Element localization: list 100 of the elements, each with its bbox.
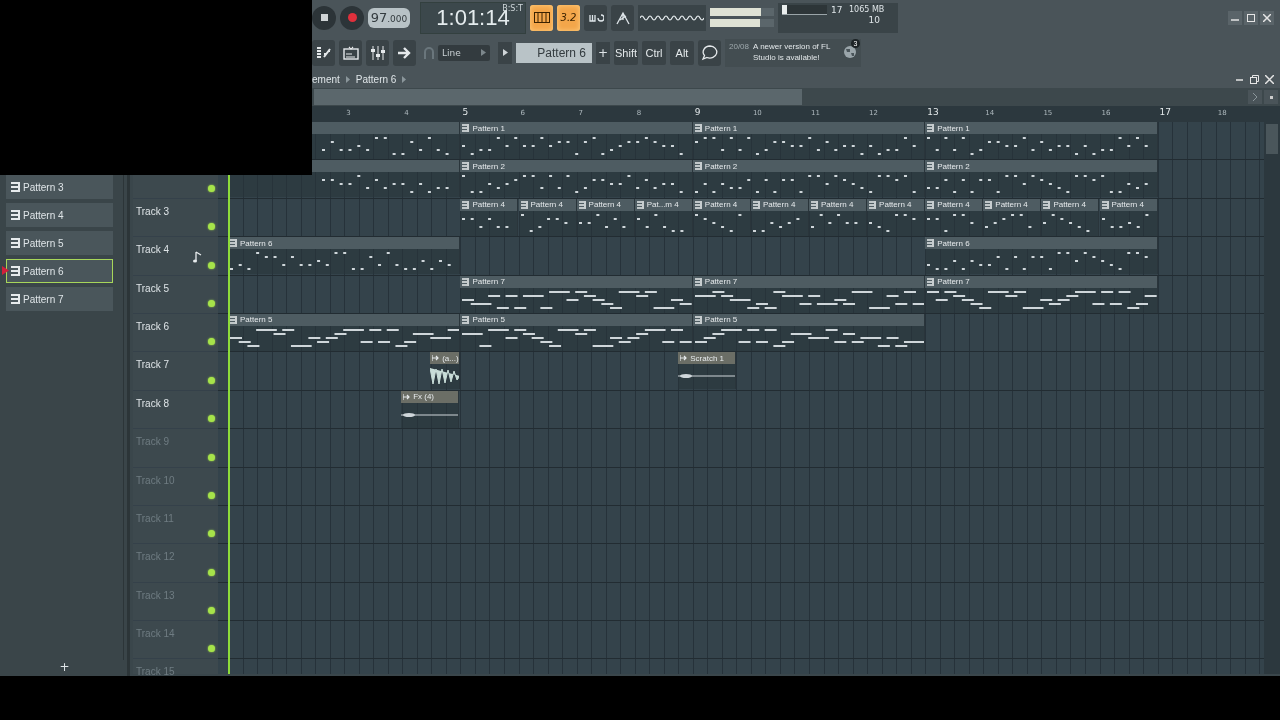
pattern-clip[interactable]: Pattern 5 [692, 313, 926, 351]
breadcrumb-item[interactable]: ement [312, 73, 340, 85]
metronome-mode-button[interactable] [611, 4, 634, 31]
pattern-clip[interactable]: Pattern 4 [518, 198, 577, 236]
pattern-icon [578, 200, 586, 209]
audio-clip[interactable]: Fx (4) [401, 390, 460, 428]
mixer-tool-button[interactable] [366, 39, 389, 66]
track-enable-led[interactable] [208, 184, 215, 192]
vertical-scrollbar[interactable] [1264, 106, 1280, 674]
audio-clip-icon [432, 355, 440, 362]
snap-dropdown[interactable]: Line [438, 44, 490, 61]
close-icon[interactable] [1265, 74, 1274, 84]
globe-icon[interactable] [843, 44, 857, 59]
pattern-icon [985, 200, 993, 209]
track-name: Track 5 [136, 282, 169, 294]
clip-label: Pattern 4 [879, 200, 912, 210]
pattern-list-item[interactable]: Pattern 7 [6, 287, 113, 311]
pattern-icon [230, 239, 237, 248]
track-enable-led[interactable] [208, 415, 215, 423]
master-slider[interactable] [710, 19, 774, 27]
loop-mode-button[interactable] [584, 4, 607, 31]
track-enable-led[interactable] [208, 261, 215, 269]
clip-label: Pattern 5 [472, 315, 505, 325]
options-button[interactable] [1264, 90, 1278, 104]
track-enable-led[interactable] [208, 338, 215, 346]
pattern-clip[interactable]: Pattern 4 [1099, 198, 1158, 236]
pattern-clip[interactable]: Pattern 4 [925, 198, 984, 236]
pattern-clip[interactable]: Pattern 7 [925, 275, 1158, 313]
bar-number: 9 [694, 107, 701, 117]
clip-label: Pattern 2 [472, 161, 505, 171]
pattern-icon [927, 239, 935, 248]
pattern-list-item[interactable]: Pattern 3 [6, 175, 113, 199]
track-enable-led[interactable] [208, 607, 215, 615]
audio-clip[interactable]: (a...) [430, 352, 461, 390]
pattern-selector[interactable]: Pattern 6 [516, 42, 592, 63]
pattern-clip[interactable]: Pattern 4 [576, 198, 635, 236]
add-pattern-button[interactable]: + [6, 660, 123, 674]
pattern-clip[interactable]: Pattern 1 [460, 122, 693, 159]
scroll-right-button[interactable] [1248, 90, 1262, 104]
pattern-icon [694, 162, 702, 171]
pattern-clip[interactable]: Pattern 4 [1041, 198, 1100, 236]
hint-button[interactable] [698, 39, 721, 66]
track-enable-led[interactable] [208, 299, 215, 307]
track-enable-led[interactable] [208, 568, 215, 576]
modifier-key-button[interactable]: Alt [670, 40, 694, 65]
restore-icon[interactable] [1250, 74, 1259, 84]
pattern-clip[interactable]: Pattern 7 [692, 275, 926, 313]
track-enable-led[interactable] [208, 491, 215, 499]
track-enable-led[interactable] [208, 645, 215, 653]
keyboard-mode-button[interactable] [530, 4, 553, 31]
modifier-key-button[interactable]: Ctrl [642, 40, 666, 65]
pattern-clip[interactable]: Pattern 4 [692, 198, 751, 236]
pattern-clip[interactable]: Pattern 2 [460, 160, 693, 198]
arrow-tool-button[interactable] [393, 39, 416, 66]
add-pattern-button[interactable]: + [596, 41, 610, 64]
pattern-clip[interactable]: Pattern 1 [692, 122, 926, 159]
minimize-button[interactable] [1228, 10, 1242, 25]
pattern-icon [462, 277, 470, 286]
clip-label: Pattern 1 [472, 123, 505, 133]
pattern-icon [694, 200, 702, 209]
modifier-key-button[interactable]: Shift [614, 40, 638, 65]
pattern-clip[interactable]: Pattern 7 [460, 275, 693, 313]
track-enable-led[interactable] [208, 376, 215, 384]
audio-clip[interactable]: Scratch 1 [678, 352, 737, 390]
stop-button[interactable] [312, 5, 336, 30]
bar-number: 13 [927, 107, 939, 117]
pattern-clip[interactable]: Pattern 6 [228, 237, 461, 275]
pattern-clip[interactable]: Pat...m 4 [634, 198, 693, 236]
pattern-clip[interactable]: Pattern 1 [925, 122, 1158, 159]
track-name: Track 4 [136, 244, 169, 256]
pattern-clip[interactable]: Pattern 4 [809, 198, 868, 236]
master-slider[interactable] [710, 8, 774, 16]
pattern-icon [927, 124, 935, 132]
pattern-clip[interactable]: Pattern 5 [228, 313, 461, 351]
track-enable-led[interactable] [208, 223, 215, 231]
pattern-clip[interactable]: Pattern 6 [925, 237, 1158, 275]
pattern-list-item[interactable]: Pattern 5 [6, 231, 113, 255]
clip-label: Pattern 6 [240, 238, 273, 248]
close-button[interactable] [1260, 10, 1274, 25]
pattern-clip[interactable]: Pattern 4 [750, 198, 809, 236]
pattern-clip[interactable]: Pattern 4 [460, 198, 519, 236]
step-mode-button[interactable]: 3.2 [557, 4, 580, 31]
pattern-clip[interactable]: Pattern 5 [460, 313, 693, 351]
pattern-clip[interactable]: Pattern 2 [692, 160, 926, 198]
pattern-clip[interactable]: Pattern 4 [867, 198, 926, 236]
pattern-icon [520, 200, 528, 209]
speech-bubble-icon [700, 44, 719, 61]
channels-tool-button[interactable] [339, 39, 362, 66]
pattern-menu-button[interactable] [498, 41, 512, 64]
playlist-tool-button[interactable] [312, 39, 335, 66]
pattern-list-item[interactable]: Pattern 4 [6, 203, 113, 227]
tempo-display[interactable]: 97.000 [368, 7, 410, 28]
stop-icon [320, 14, 328, 21]
pattern-clip[interactable]: Pattern 2 [925, 160, 1158, 198]
breadcrumb-item[interactable]: Pattern 6 [355, 73, 397, 85]
maximize-button[interactable] [1244, 10, 1258, 25]
track-enable-led[interactable] [208, 453, 215, 461]
track-enable-led[interactable] [208, 530, 215, 538]
pattern-clip[interactable]: Pattern 4 [983, 198, 1042, 236]
cpu-meter [782, 4, 827, 15]
